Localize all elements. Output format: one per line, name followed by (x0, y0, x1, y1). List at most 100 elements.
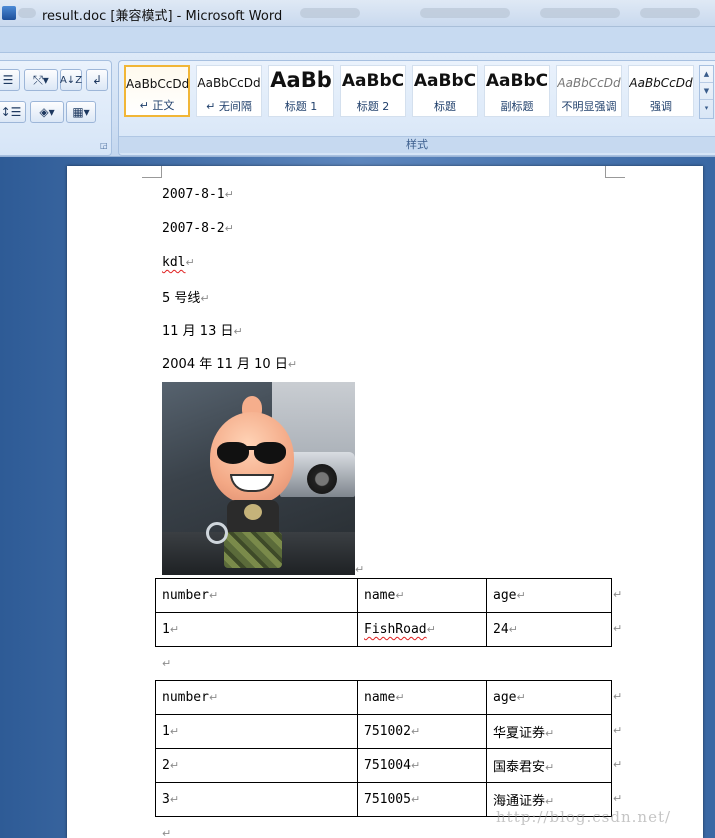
cell-text: 1 (162, 724, 170, 739)
document-page[interactable]: 2007-8-1↵ 2007-8-2↵ kdl↵ 5 号线↵ 11 月 13 日… (67, 166, 703, 838)
paragraph[interactable]: ↵ (162, 826, 171, 838)
row-end-mark-icon: ↵ (613, 690, 623, 703)
cell-text: 751002 (364, 724, 411, 739)
cell-mark-icon: ↵ (426, 623, 436, 636)
row-end-mark-icon: ↵ (613, 622, 623, 635)
blurred-region (300, 8, 360, 18)
paragraph[interactable]: 2007-8-1↵ (162, 187, 234, 202)
style-emphasis[interactable]: AaBbCcDd 强调 (628, 65, 694, 117)
figure-ring (206, 522, 228, 544)
paragraph-group: ☰ ⤲▾ A↓Z ↲ ↕☰ ◈▾ ▦▾ ◲ (0, 60, 112, 156)
blurred-region (640, 8, 700, 18)
table-cell[interactable]: 2↵ (155, 748, 358, 783)
cell-mark-icon: ↵ (508, 623, 518, 636)
style-subtle-emphasis[interactable]: AaBbCcDd 不明显强调 (556, 65, 622, 117)
blurred-region (420, 8, 510, 18)
gallery-more-icon[interactable]: ▾ (700, 100, 713, 117)
cell-mark-icon: ↵ (208, 691, 219, 704)
multilevel-list-button[interactable]: ☰ (0, 69, 20, 91)
paragraph-dialog-launcher-icon[interactable]: ◲ (100, 141, 108, 150)
cell-text: 24 (493, 622, 509, 637)
paragraph[interactable]: ↵ (355, 562, 364, 577)
skull-icon (244, 504, 262, 520)
shading-button[interactable]: ◈▾ (30, 101, 64, 123)
table-2[interactable]: number↵ name↵ age↵ 1↵ 751002↵ 华夏证券↵ 2↵ 7… (155, 680, 612, 817)
table-cell[interactable]: 751004↵ (357, 748, 487, 783)
table-cell[interactable]: 751005↵ (357, 782, 487, 817)
style-heading-1[interactable]: AaBb 标题 1 (268, 65, 334, 117)
cell-text: 2 (162, 758, 170, 773)
page-corner-mark (605, 166, 625, 178)
table-cell[interactable]: age↵ (486, 680, 612, 715)
chinese-layout-icon: ⤲▾ (33, 72, 49, 87)
cell-text: age (493, 588, 517, 603)
style-no-spacing[interactable]: AaBbCcDd ↵ 无间隔 (196, 65, 262, 117)
table-cell[interactable]: 国泰君安↵ (486, 748, 612, 783)
watermark: http://blog.csdn.net/ (496, 808, 672, 826)
paragraph-text: 2007-8-2 (162, 221, 225, 236)
cell-mark-icon: ↵ (516, 589, 526, 602)
cell-mark-icon: ↵ (208, 589, 219, 602)
paragraph[interactable]: 5 号线↵ (162, 287, 210, 306)
cell-text: 国泰君安 (493, 760, 546, 775)
gallery-down-icon[interactable]: ▼ (700, 83, 713, 100)
borders-button[interactable]: ▦▾ (66, 101, 96, 123)
cell-text: name (364, 588, 396, 603)
table-cell[interactable]: age↵ (486, 578, 612, 613)
paragraph[interactable]: kdl↵ (162, 255, 195, 270)
style-subtitle[interactable]: AaBbC 副标题 (484, 65, 550, 117)
paragraph[interactable]: 2004 年 11 月 10 日↵ (162, 353, 297, 372)
paragraph-mark-icon: ↵ (224, 188, 234, 201)
show-marks-button[interactable]: ↲ (86, 69, 108, 91)
sort-button[interactable]: A↓Z (60, 69, 82, 91)
chinese-layout-button[interactable]: ⤲▾ (24, 69, 58, 91)
style-preview: AaBbCcDd (197, 76, 261, 90)
table-row: number↵ name↵ age↵ (155, 680, 612, 715)
cell-text: FishRoad (364, 622, 427, 637)
table-cell[interactable]: number↵ (155, 578, 358, 613)
style-heading-2[interactable]: AaBbC 标题 2 (340, 65, 406, 117)
table-cell[interactable]: 24↵ (486, 612, 612, 647)
table-1[interactable]: number↵ name↵ age↵ 1↵ FishRoad↵ 24↵ (155, 578, 612, 647)
cell-text: number (162, 690, 209, 705)
table-row: 1↵ FishRoad↵ 24↵ (155, 612, 612, 647)
cell-mark-icon: ↵ (395, 589, 405, 602)
table-cell[interactable]: 3↵ (155, 782, 358, 817)
paragraph-text: kdl (162, 255, 186, 270)
table-cell[interactable]: name↵ (357, 680, 487, 715)
style-normal[interactable]: AaBbCcDd ↵ 正文 (124, 65, 190, 117)
table-cell[interactable]: 1↵ (155, 714, 358, 749)
table-cell[interactable]: FishRoad↵ (357, 612, 487, 647)
table-cell[interactable]: name↵ (357, 578, 487, 613)
gallery-up-icon[interactable]: ▲ (700, 66, 713, 83)
styles-group-label: 样式 (119, 136, 715, 153)
word-app-icon[interactable] (2, 6, 16, 20)
table-cell[interactable]: 751002↵ (357, 714, 487, 749)
inline-photo[interactable] (162, 382, 355, 575)
styles-gallery-scroll: ▲ ▼ ▾ (699, 65, 714, 119)
sunglasses-icon (217, 442, 249, 464)
paragraph-text: 2007-8-1 (162, 187, 225, 202)
table-row: 2↵ 751004↵ 国泰君安↵ (155, 748, 612, 783)
style-name: 标题 (434, 100, 456, 113)
table-cell[interactable]: number↵ (155, 680, 358, 715)
table-cell[interactable]: 1↵ (155, 612, 358, 647)
paragraph[interactable]: 2007-8-2↵ (162, 221, 234, 236)
paragraph[interactable]: 11 月 13 日↵ (162, 320, 243, 339)
paragraph-mark-icon: ↵ (185, 256, 195, 269)
cell-text: 海通证券 (493, 794, 546, 809)
photo-tire (307, 464, 337, 494)
styles-group: AaBbCcDd ↵ 正文 AaBbCcDd ↵ 无间隔 AaBb 标题 1 A… (118, 60, 715, 156)
cell-text: number (162, 588, 209, 603)
line-spacing-button[interactable]: ↕☰ (0, 101, 26, 123)
style-name: ↵ 正文 (139, 99, 175, 112)
cell-text: 1 (162, 622, 170, 637)
paragraph[interactable]: ↵ (162, 656, 171, 671)
paragraph-mark-icon: ↵ (233, 325, 243, 338)
title-bar: result.doc [兼容模式] - Microsoft Word (0, 0, 715, 27)
style-title[interactable]: AaBbC 标题 (412, 65, 478, 117)
paragraph-mark-icon: ↵ (200, 292, 210, 305)
sunglasses-bridge (246, 446, 258, 450)
table-cell[interactable]: 华夏证券↵ (486, 714, 612, 749)
cell-text: 751004 (364, 758, 411, 773)
